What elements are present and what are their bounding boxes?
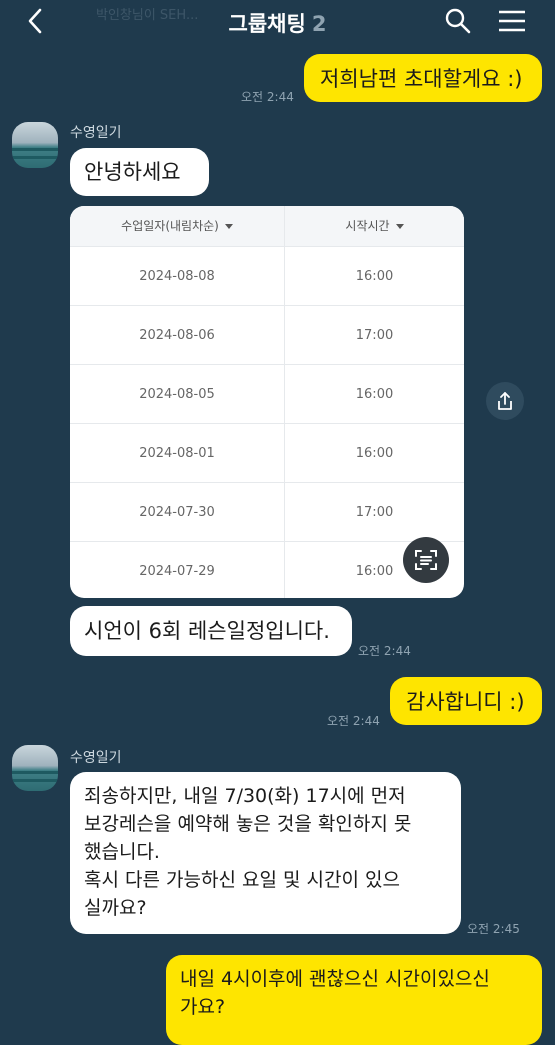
message-line: 혹시 다른 가능하신 요일 및 시간이 있으 [84,869,400,891]
table-header: 수업일자(내림차순) 시작시간 [70,206,464,246]
time-cell: 17:00 [355,505,394,520]
table-row: 2024-08-01 16:00 [70,423,464,483]
message-text: 시언이 6회 레슨일정입니다. [84,619,330,643]
message-text: 저희남편 초대할게요 :) [320,67,523,91]
date-cell: 2024-07-29 [139,564,215,579]
table-row: 2024-08-06 17:00 [70,305,464,365]
date-cell: 2024-08-06 [139,328,215,343]
sender-name: 수영일기 [70,750,122,766]
message-line: 보강레슨을 예약해 놓은 것을 확인하지 못 [84,813,412,835]
avatar[interactable] [12,745,58,791]
menu-icon[interactable] [496,8,528,34]
message-time: 오전 2:44 [358,644,411,658]
message-time: 오전 2:44 [327,714,380,728]
their-message-bubble[interactable]: 안녕하세요~ [70,148,209,232]
time-cell: 17:00 [355,328,394,343]
message-line: 했습니다. [84,841,160,863]
sort-down-icon [224,224,233,229]
message-line: 가요? [180,996,226,1018]
column-header-time[interactable]: 시작시간 [285,206,464,246]
avatar[interactable] [12,122,58,168]
time-cell: 16:00 [355,387,394,402]
chat-header: 박인창님이 SEH... 그룹채팅 2 [0,0,555,44]
sender-name: 수영일기 [70,125,122,141]
time-cell: 16:00 [355,269,394,284]
table-row: 2024-08-08 16:00 [70,246,464,306]
date-cell: 2024-07-30 [139,505,215,520]
message-line: 실까요? [84,897,147,919]
sort-down-icon [395,224,404,229]
message-time: 오전 2:45 [467,922,520,936]
date-cell: 2024-08-01 [139,446,215,461]
their-message-bubble[interactable]: 죄송하지만, 내일 7/30(화) 17시에 먼저 보강레슨을 예약해 놓은 것… [70,772,461,934]
search-icon[interactable] [443,6,473,36]
text-scan-button[interactable] [403,537,449,583]
table-row: 2024-08-05 16:00 [70,364,464,424]
message-line: 죄송하지만, 내일 7/30(화) 17시에 먼저 [84,785,406,807]
chat-title-text: 그룹채팅 [228,12,306,36]
share-button[interactable] [486,382,524,420]
table-row: 2024-07-30 17:00 [70,482,464,542]
column-header-date[interactable]: 수업일자(내림차순) [70,206,284,246]
message-time: 오전 2:44 [241,90,294,104]
my-message-bubble[interactable]: 내일 4시이후에 괜찮으신 시간이있으신 가요? [166,955,542,1045]
time-cell: 16:00 [355,446,394,461]
text-scan-icon [415,550,437,570]
date-cell: 2024-08-08 [139,269,215,284]
their-message-bubble[interactable]: 시언이 6회 레슨일정입니다. [70,606,352,656]
date-cell: 2024-08-05 [139,387,215,402]
my-message-bubble[interactable]: 저희남편 초대할게요 :) [304,54,542,102]
message-text: 감사합니디 :) [406,690,525,714]
member-count: 2 [311,12,327,36]
my-message-bubble[interactable]: 감사합니디 :) [390,677,542,725]
message-line: 내일 4시이후에 괜찮으신 시간이있으신 [180,968,490,990]
share-icon [498,392,512,410]
